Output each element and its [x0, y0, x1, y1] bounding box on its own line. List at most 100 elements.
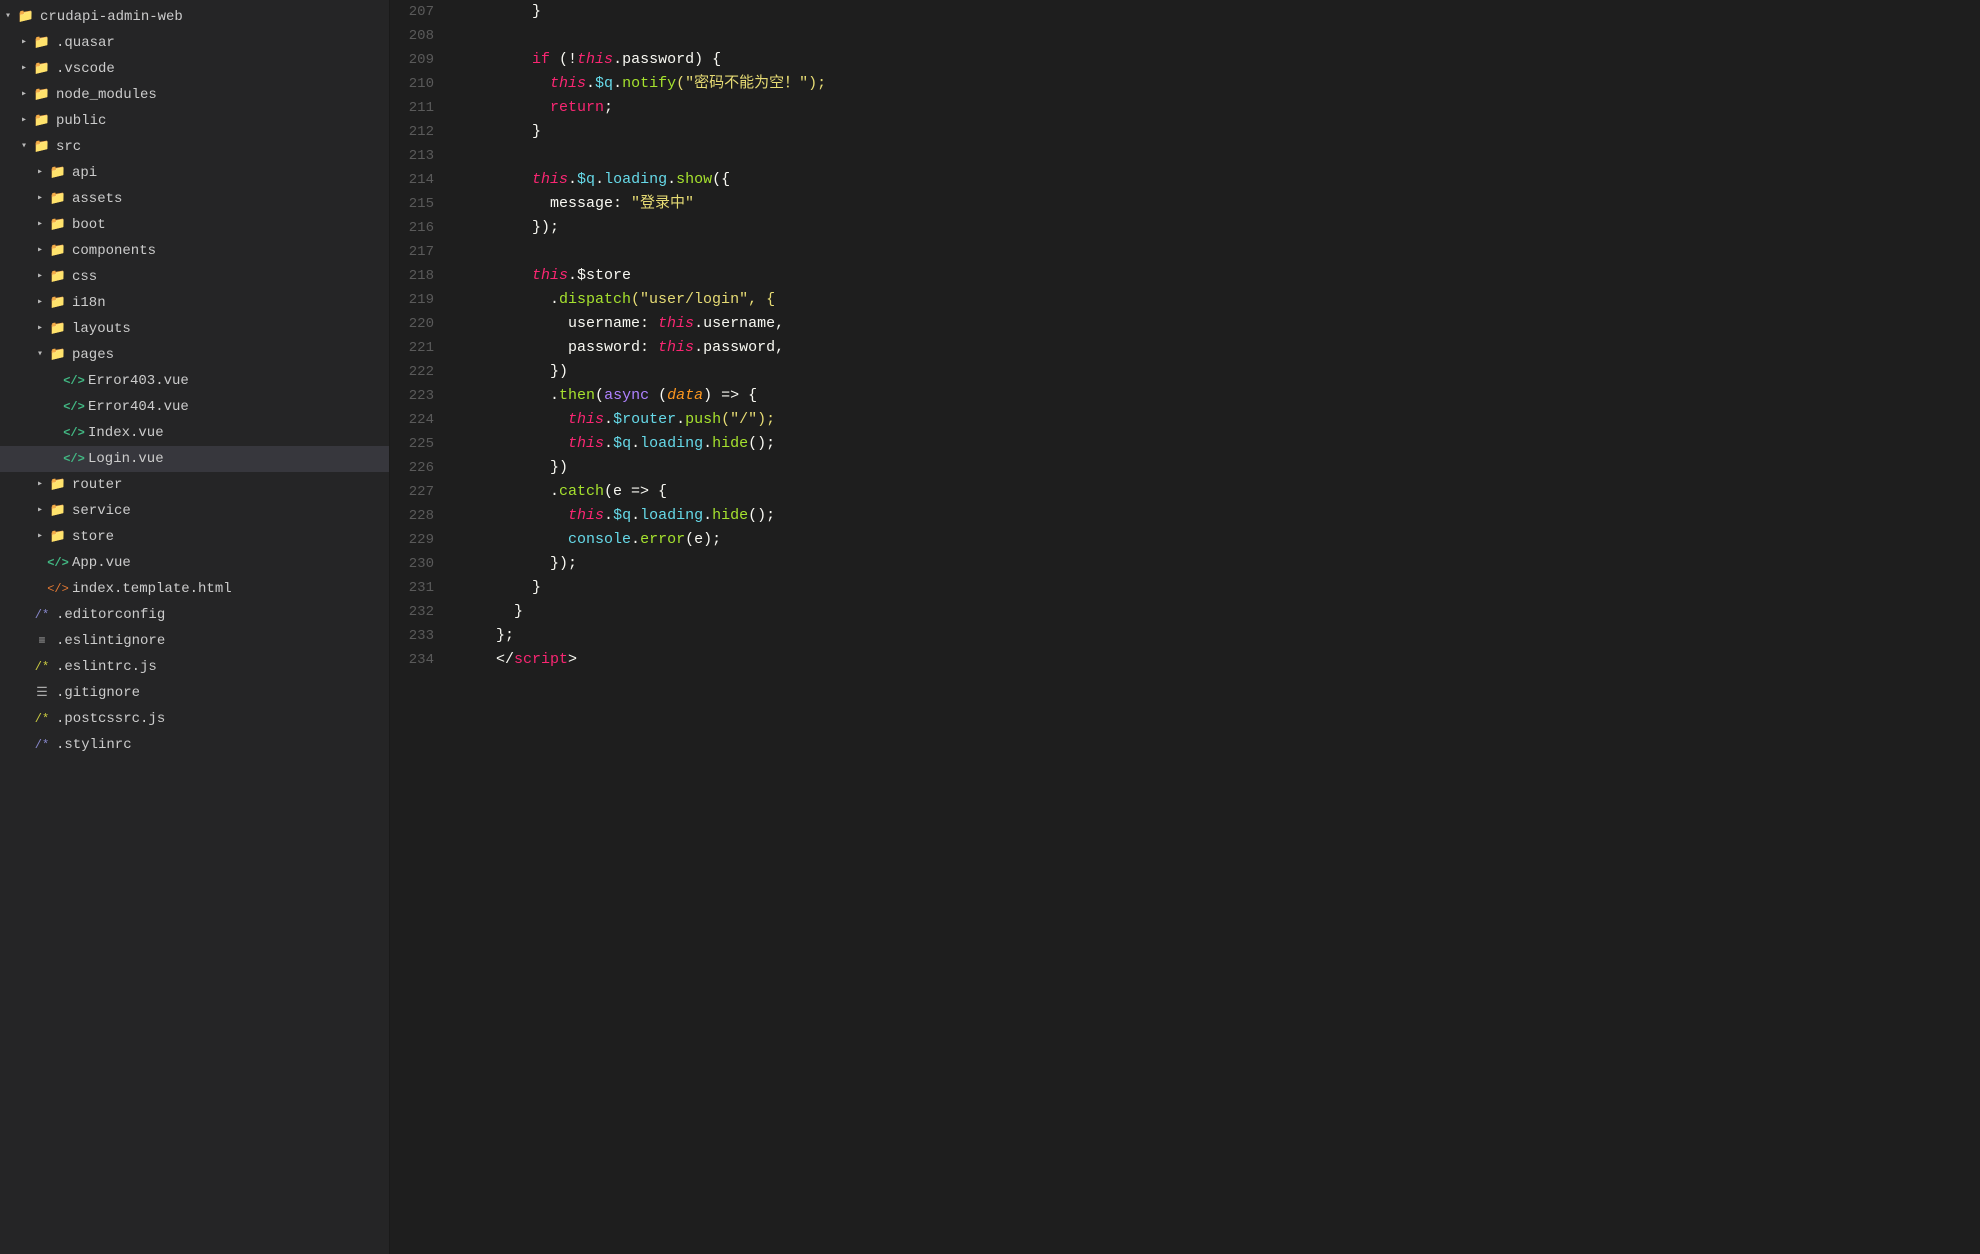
tree-item-Error403[interactable]: </>Error403.vue — [0, 368, 389, 394]
tree-item-quasar[interactable]: ▸📁.quasar — [0, 30, 389, 56]
tree-label: assets — [72, 188, 122, 210]
tree-item-service[interactable]: ▸📁service — [0, 498, 389, 524]
code-line: 220 username: this.username, — [390, 312, 1980, 336]
tree-item-Login[interactable]: </>Login.vue — [0, 446, 389, 472]
line-number: 221 — [390, 336, 450, 360]
tree-item-store[interactable]: ▸📁store — [0, 524, 389, 550]
tree-arrow[interactable]: ▸ — [32, 474, 48, 496]
line-number: 230 — [390, 552, 450, 576]
line-content: } — [450, 0, 1980, 24]
tree-icon: 📁 — [48, 318, 68, 340]
line-number: 233 — [390, 624, 450, 648]
tree-item-public[interactable]: ▸📁public — [0, 108, 389, 134]
line-number: 207 — [390, 0, 450, 24]
tree-label: Error403.vue — [88, 370, 189, 392]
tree-arrow[interactable]: ▸ — [32, 526, 48, 548]
line-content: } — [450, 600, 1980, 624]
line-content — [450, 240, 1980, 264]
line-number: 217 — [390, 240, 450, 264]
tree-label: i18n — [72, 292, 106, 314]
line-number: 210 — [390, 72, 450, 96]
tree-label: pages — [72, 344, 114, 366]
tree-label: .vscode — [56, 58, 115, 80]
tree-icon: 📁 — [32, 32, 52, 54]
tree-icon: 📁 — [48, 162, 68, 184]
line-content: </script> — [450, 648, 1980, 672]
code-line: 213 — [390, 144, 1980, 168]
tree-item-editorconfig[interactable]: /*.editorconfig — [0, 602, 389, 628]
tree-arrow[interactable]: ▸ — [16, 84, 32, 106]
line-number: 228 — [390, 504, 450, 528]
line-content: this.$q.notify("密码不能为空！"); — [450, 72, 1980, 96]
tree-item-pages[interactable]: ▾📁pages — [0, 342, 389, 368]
line-number: 219 — [390, 288, 450, 312]
tree-arrow[interactable]: ▸ — [32, 500, 48, 522]
tree-item-gitignore[interactable]: ☰.gitignore — [0, 680, 389, 706]
tree-label: public — [56, 110, 106, 132]
code-line: 215 message: "登录中" — [390, 192, 1980, 216]
tree-item-assets[interactable]: ▸📁assets — [0, 186, 389, 212]
line-number: 209 — [390, 48, 450, 72]
code-line: 219 .dispatch("user/login", { — [390, 288, 1980, 312]
line-number: 223 — [390, 384, 450, 408]
tree-label: .postcssrc.js — [56, 708, 165, 730]
tree-item-eslintrc[interactable]: /*.eslintrc.js — [0, 654, 389, 680]
line-number: 222 — [390, 360, 450, 384]
line-content — [450, 144, 1980, 168]
tree-item-App[interactable]: </>App.vue — [0, 550, 389, 576]
tree-label: router — [72, 474, 122, 496]
tree-item-i18n[interactable]: ▸📁i18n — [0, 290, 389, 316]
tree-item-crudapi-admin-web[interactable]: ▾📁crudapi-admin-web — [0, 4, 389, 30]
tree-icon: /* — [32, 656, 52, 678]
tree-item-components[interactable]: ▸📁components — [0, 238, 389, 264]
tree-arrow[interactable]: ▾ — [32, 344, 48, 366]
tree-item-eslintignore[interactable]: ≡.eslintignore — [0, 628, 389, 654]
tree-arrow[interactable]: ▸ — [16, 110, 32, 132]
tree-icon: 📁 — [48, 292, 68, 314]
line-number: 213 — [390, 144, 450, 168]
line-number: 218 — [390, 264, 450, 288]
tree-arrow[interactable]: ▸ — [32, 240, 48, 262]
line-content: this.$store — [450, 264, 1980, 288]
tree-item-src[interactable]: ▾📁src — [0, 134, 389, 160]
tree-icon: /* — [32, 708, 52, 730]
tree-arrow[interactable]: ▸ — [32, 266, 48, 288]
tree-arrow[interactable]: ▸ — [32, 292, 48, 314]
tree-icon: 📁 — [48, 500, 68, 522]
tree-item-postcssrc[interactable]: /*.postcssrc.js — [0, 706, 389, 732]
tree-item-Index[interactable]: </>Index.vue — [0, 420, 389, 446]
tree-item-layouts[interactable]: ▸📁layouts — [0, 316, 389, 342]
line-number: 220 — [390, 312, 450, 336]
tree-label: css — [72, 266, 97, 288]
tree-item-boot[interactable]: ▸📁boot — [0, 212, 389, 238]
tree-item-api[interactable]: ▸📁api — [0, 160, 389, 186]
tree-item-index_template[interactable]: </>index.template.html — [0, 576, 389, 602]
tree-arrow[interactable]: ▸ — [32, 188, 48, 210]
line-number: 226 — [390, 456, 450, 480]
tree-arrow[interactable]: ▸ — [32, 214, 48, 236]
tree-label: .stylinrc — [56, 734, 132, 756]
file-tree[interactable]: ▾📁crudapi-admin-web▸📁.quasar▸📁.vscode▸📁n… — [0, 0, 390, 1254]
line-number: 234 — [390, 648, 450, 672]
tree-item-vscode[interactable]: ▸📁.vscode — [0, 56, 389, 82]
tree-icon: 📁 — [48, 266, 68, 288]
tree-icon: 📁 — [48, 188, 68, 210]
tree-arrow[interactable]: ▾ — [0, 6, 16, 28]
tree-label: layouts — [72, 318, 131, 340]
tree-item-router[interactable]: ▸📁router — [0, 472, 389, 498]
tree-arrow[interactable]: ▸ — [32, 318, 48, 340]
tree-item-node_modules[interactable]: ▸📁node_modules — [0, 82, 389, 108]
tree-icon: /* — [32, 734, 52, 756]
tree-arrow[interactable]: ▸ — [32, 162, 48, 184]
tree-item-css[interactable]: ▸📁css — [0, 264, 389, 290]
line-content: .then(async (data) => { — [450, 384, 1980, 408]
tree-arrow[interactable]: ▸ — [16, 32, 32, 54]
tree-icon: 📁 — [48, 526, 68, 548]
line-content: }); — [450, 552, 1980, 576]
tree-item-Error404[interactable]: </>Error404.vue — [0, 394, 389, 420]
tree-arrow[interactable]: ▸ — [16, 58, 32, 80]
tree-item-stylinrc[interactable]: /*.stylinrc — [0, 732, 389, 758]
tree-arrow[interactable]: ▾ — [16, 136, 32, 158]
code-line: 226 }) — [390, 456, 1980, 480]
tree-label: .eslintignore — [56, 630, 165, 652]
